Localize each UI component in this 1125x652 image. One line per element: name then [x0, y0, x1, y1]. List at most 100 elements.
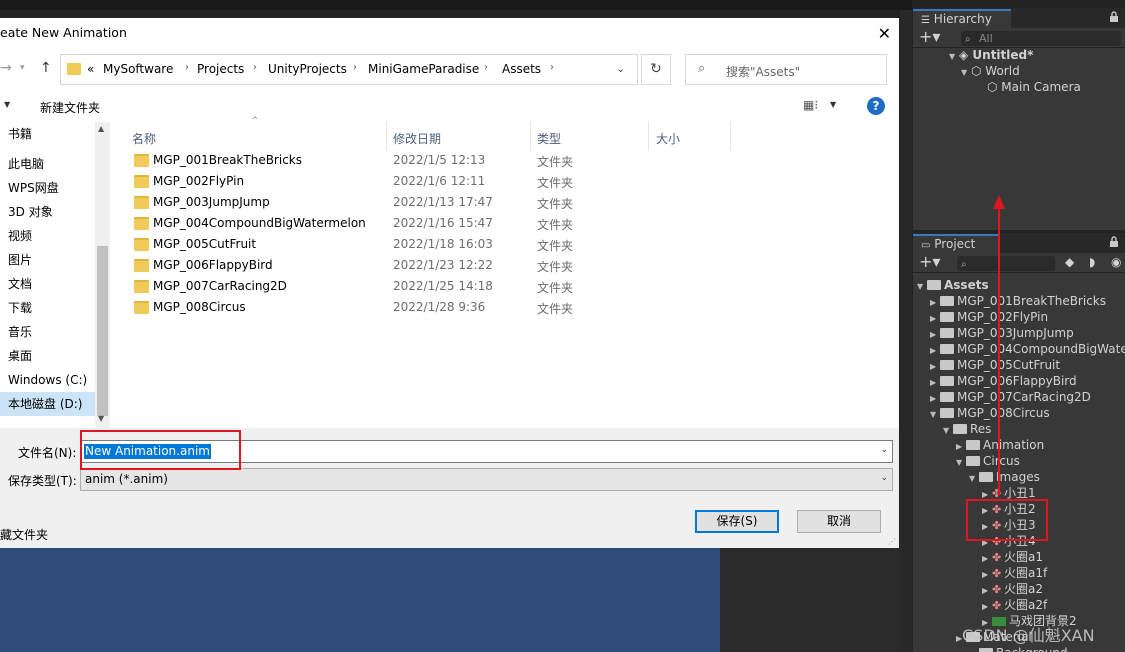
nav-item[interactable]: 本地磁盘 (D:)	[0, 392, 95, 416]
tree-item-label: MGP_007CarRacing2D	[957, 390, 1091, 404]
gameobject-item[interactable]: ▼ ⬡ World	[961, 63, 1020, 79]
column-divider[interactable]	[386, 122, 387, 150]
file-row[interactable]: MGP_004CompoundBigWatermelon 2022/1/16 15…	[118, 213, 718, 234]
up-arrow-icon[interactable]: ↑	[40, 60, 52, 76]
filter-by-type-icon[interactable]: ◆	[1065, 255, 1074, 269]
scroll-up-icon[interactable]: ▲	[98, 124, 104, 133]
chevron-right-icon[interactable]: ›	[185, 62, 189, 73]
refresh-button[interactable]: ↻	[641, 54, 671, 85]
file-row[interactable]: MGP_002FlyPin 2022/1/6 12:11 文件夹	[118, 171, 718, 192]
nav-item[interactable]: 音乐	[0, 320, 95, 344]
gameobject-item[interactable]: ⬡ Main Camera	[987, 79, 1081, 95]
file-row[interactable]: MGP_007CarRacing2D 2022/1/25 14:18 文件夹	[118, 276, 718, 297]
project-tree-item[interactable]: ▶ ✤ 火圈a2f	[982, 597, 1047, 613]
file-row[interactable]: MGP_003JumpJump 2022/1/13 17:47 文件夹	[118, 192, 718, 213]
file-row[interactable]: MGP_005CutFruit 2022/1/18 16:03 文件夹	[118, 234, 718, 255]
resize-grip-icon[interactable]: ⋰	[888, 537, 896, 546]
project-tree-item[interactable]: ▼ Res	[943, 421, 991, 437]
project-tree-item[interactable]: ▼ Circus	[956, 453, 1020, 469]
breadcrumb-item[interactable]: Projects	[197, 62, 244, 76]
scene-view[interactable]	[0, 548, 720, 652]
project-tree-item[interactable]: ▶ MGP_004CompoundBigWate	[930, 341, 1125, 357]
expand-icon[interactable]: ▼	[917, 279, 927, 295]
scroll-down-icon[interactable]: ▼	[98, 414, 104, 423]
nav-scrollbar[interactable]: ▲ ▼	[95, 122, 110, 428]
expand-icon[interactable]: ▼	[943, 423, 953, 439]
project-tree-item[interactable]: ▶ Background	[969, 645, 1068, 652]
expand-icon[interactable]: ▼	[930, 407, 940, 423]
column-header-type[interactable]: 类型	[537, 130, 561, 147]
file-row[interactable]: MGP_006FlappyBird 2022/1/23 12:22 文件夹	[118, 255, 718, 276]
project-tab[interactable]: ▭ Project	[913, 234, 999, 253]
nav-item[interactable]: 书籍	[0, 122, 95, 146]
cancel-button[interactable]: 取消	[797, 510, 881, 533]
expand-icon[interactable]: ▼	[961, 65, 971, 81]
filter-by-label-icon[interactable]: ◗	[1089, 255, 1095, 269]
column-header-size[interactable]: 大小	[656, 130, 680, 147]
chevron-down-icon[interactable]: ⌄	[880, 445, 888, 455]
file-name: MGP_001BreakTheBricks	[153, 153, 302, 167]
breadcrumb-overflow[interactable]: «	[87, 62, 94, 76]
nav-item[interactable]: 文档	[0, 272, 95, 296]
visibility-icon[interactable]: ◉	[1111, 255, 1121, 269]
help-button[interactable]: ?	[867, 97, 885, 115]
forward-arrow-icon[interactable]: →	[0, 60, 12, 76]
nav-item[interactable]: 此电脑	[0, 152, 95, 176]
hide-folders-toggle[interactable]: 藏文件夹	[0, 526, 48, 543]
chevron-right-icon[interactable]: ›	[253, 62, 257, 73]
organize-dropdown-icon[interactable]: ▼	[4, 100, 10, 109]
scene-item[interactable]: ▼ ◈ Untitled*	[949, 47, 1033, 63]
view-dropdown-icon[interactable]: ▼	[830, 100, 836, 109]
expand-icon[interactable]: ▼	[956, 455, 966, 471]
project-tree-item[interactable]: ▶ MGP_001BreakTheBricks	[930, 293, 1106, 309]
nav-item[interactable]: 视频	[0, 224, 95, 248]
create-button[interactable]: +▾	[919, 28, 940, 46]
column-header-name[interactable]: 名称	[132, 130, 156, 147]
close-button[interactable]: ✕	[878, 24, 891, 43]
lock-icon[interactable]	[1109, 11, 1119, 23]
save-button[interactable]: 保存(S)	[695, 510, 779, 533]
filetype-select[interactable]: anim (*.anim) ⌄	[80, 468, 893, 491]
address-bar[interactable]: « MySoftware › Projects › UnityProjects …	[60, 54, 638, 85]
column-divider[interactable]	[648, 122, 649, 150]
expand-icon[interactable]: ▼	[969, 471, 979, 487]
expand-icon[interactable]: ▼	[949, 49, 959, 65]
breadcrumb-item[interactable]: MySoftware	[103, 62, 173, 76]
project-tree-item[interactable]: ▶ MGP_007CarRacing2D	[930, 389, 1091, 405]
nav-item[interactable]: 桌面	[0, 344, 95, 368]
recent-dropdown-icon[interactable]: ▾	[20, 63, 25, 73]
file-row[interactable]: MGP_001BreakTheBricks 2022/1/5 12:13 文件夹	[118, 150, 718, 171]
create-button[interactable]: +▾	[919, 253, 940, 271]
chevron-down-icon[interactable]: ⌄	[616, 62, 625, 75]
nav-item[interactable]: WPS网盘	[0, 176, 95, 200]
chevron-right-icon[interactable]: ›	[353, 62, 357, 73]
nav-item[interactable]: Windows (C:)	[0, 368, 95, 392]
dialog-search-input[interactable]: ⌕ 搜索"Assets"	[685, 54, 887, 85]
project-tree-item[interactable]: ▶ ✤ 火圈a1	[982, 549, 1043, 565]
nav-item[interactable]: 下载	[0, 296, 95, 320]
new-folder-button[interactable]: 新建文件夹	[40, 99, 100, 116]
column-divider[interactable]	[530, 122, 531, 150]
breadcrumb-item[interactable]: Assets	[502, 62, 541, 76]
project-tree-item[interactable]: ▼ Assets	[917, 277, 989, 293]
chevron-down-icon[interactable]: ⌄	[880, 473, 888, 483]
project-tree-item[interactable]: ▶ ✤ 火圈a1f	[982, 565, 1047, 581]
scrollbar-thumb[interactable]	[97, 246, 108, 416]
column-header-date[interactable]: 修改日期	[393, 130, 441, 147]
view-options-icon[interactable]: ▦⁝	[803, 98, 818, 112]
filename-label: 文件名(N):	[18, 446, 77, 460]
lock-icon[interactable]	[1109, 236, 1119, 248]
chevron-right-icon[interactable]: ›	[550, 62, 554, 73]
hierarchy-search-input[interactable]: ⌕ All	[961, 31, 1121, 46]
column-divider[interactable]	[730, 122, 731, 150]
nav-item[interactable]: 图片	[0, 248, 95, 272]
breadcrumb-item[interactable]: UnityProjects	[268, 62, 347, 76]
project-tree-item[interactable]: ▶ ✤ 火圈a2	[982, 581, 1043, 597]
game-view[interactable]	[720, 548, 912, 652]
expand-icon[interactable]: ▶	[969, 647, 979, 652]
nav-item[interactable]: 3D 对象	[0, 200, 95, 224]
hierarchy-tab[interactable]: ☰ Hierarchy	[913, 9, 1011, 28]
file-row[interactable]: MGP_008Circus 2022/1/28 9:36 文件夹	[118, 297, 718, 318]
breadcrumb-item[interactable]: MiniGameParadise	[368, 62, 479, 76]
chevron-right-icon[interactable]: ›	[484, 62, 488, 73]
